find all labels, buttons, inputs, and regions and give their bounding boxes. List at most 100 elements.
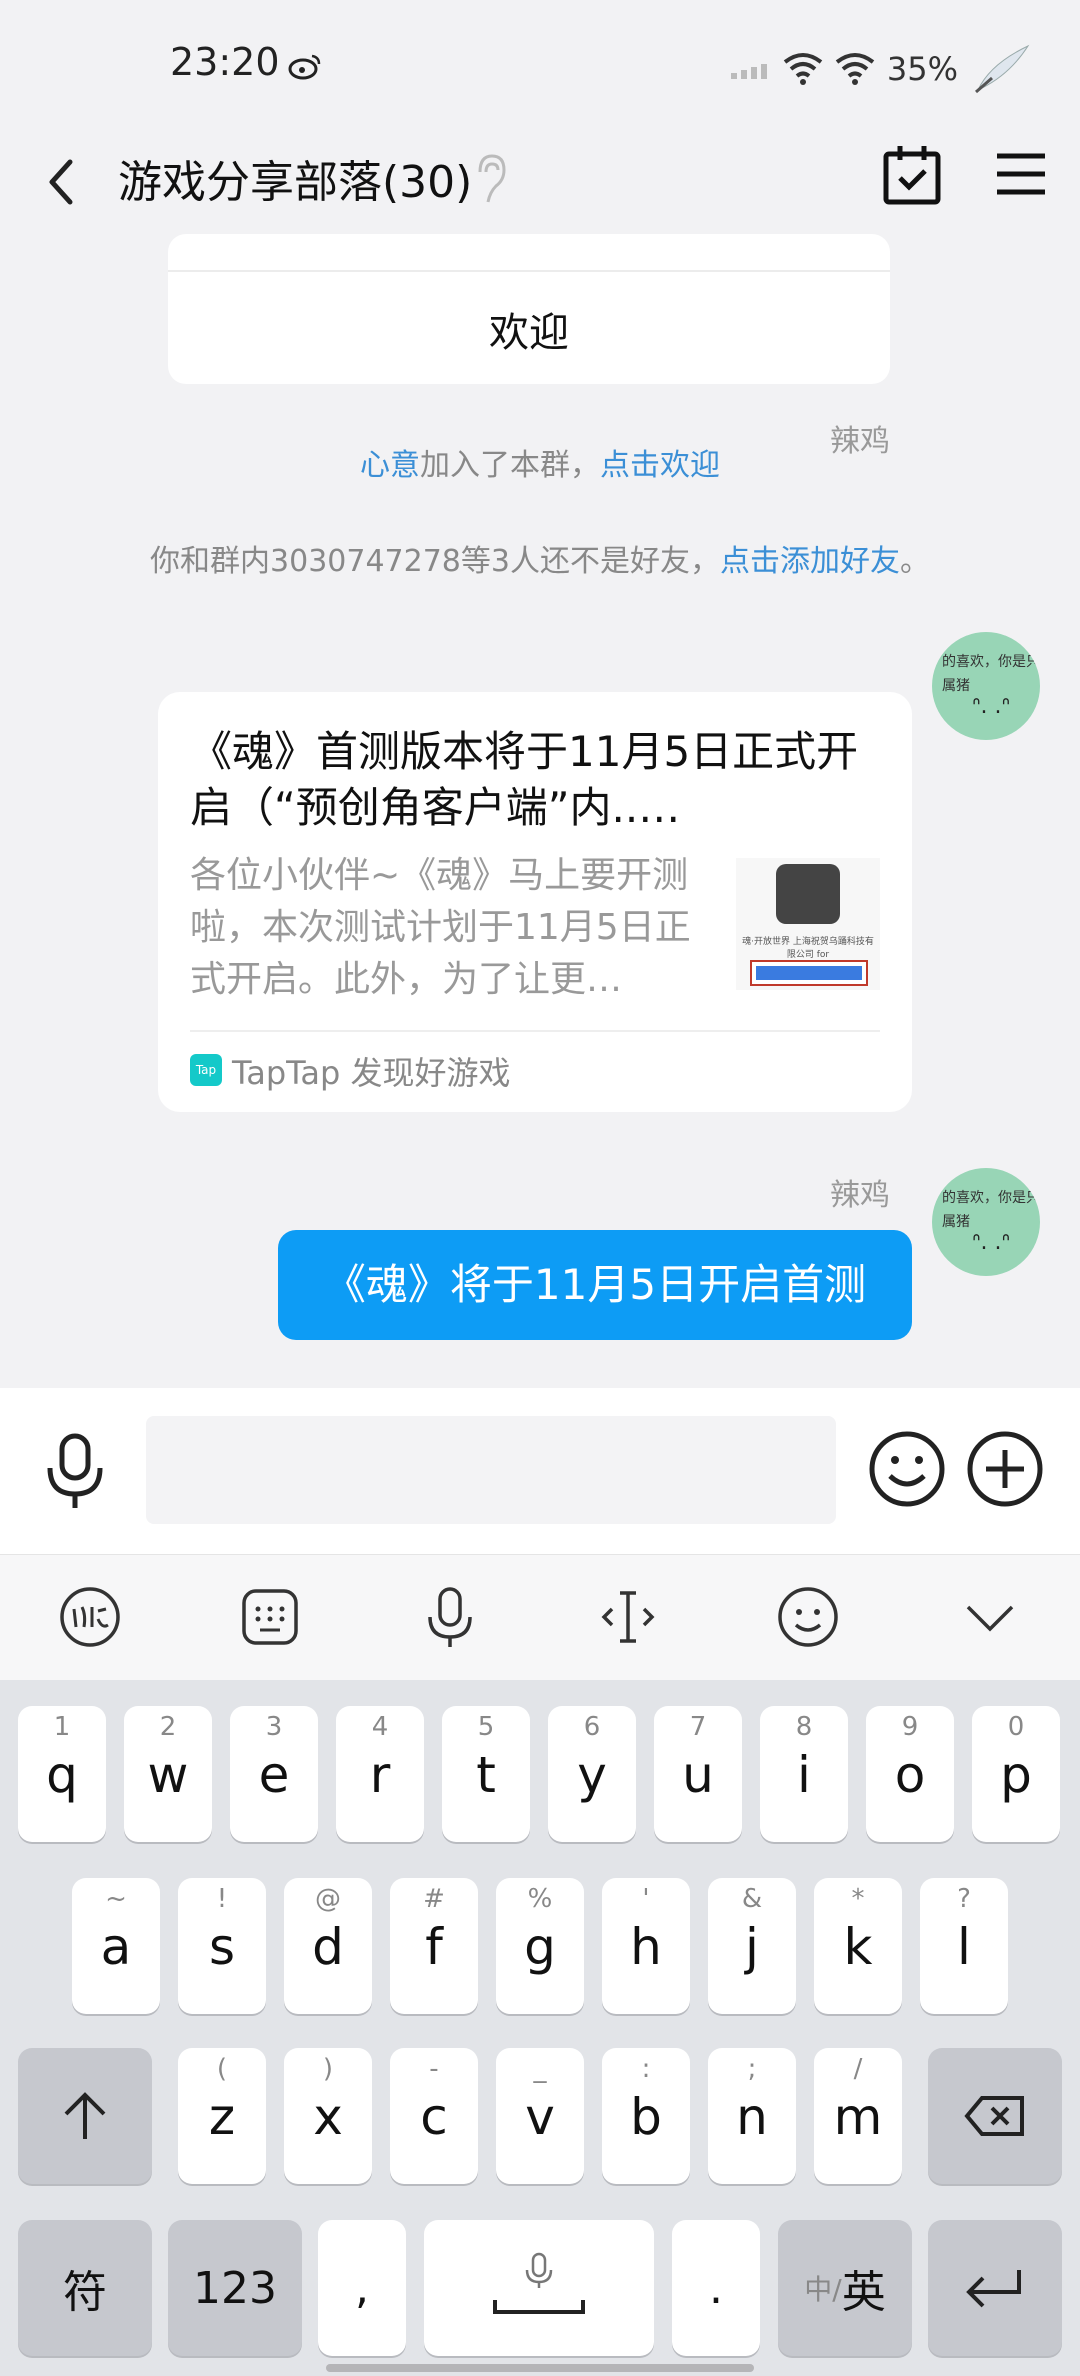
key-q[interactable]: 1q: [18, 1706, 106, 1842]
key-x[interactable]: ) x: [284, 2048, 372, 2184]
key-g[interactable]: % g: [496, 1878, 584, 2014]
system-join-notice: 心意加入了本群，点击欢迎: [0, 440, 1080, 484]
avatar-text: 的喜欢，你是只属猪: [942, 1190, 1040, 1230]
key-hint: 0: [1007, 1712, 1025, 1742]
key-m[interactable]: / m: [814, 2048, 902, 2184]
share-card-thumbnail: 魂·开放世界 上海祝贺乌踊科技有限公司 for: [736, 858, 880, 990]
system-friends-notice: 你和群内3030747278等3人还不是好友，点击添加好友。: [0, 536, 1080, 580]
microphone-icon[interactable]: [42, 1432, 108, 1512]
welcome-card: 欢迎: [168, 234, 890, 384]
key-b[interactable]: :b: [602, 2048, 690, 2184]
key-hint: 3: [265, 1712, 283, 1742]
key-hint: %: [527, 1884, 553, 1914]
key-label: t: [476, 1746, 496, 1804]
key-label: k: [843, 1918, 873, 1976]
input-bar: [0, 1388, 1080, 1554]
key-c[interactable]: -c: [390, 2048, 478, 2184]
key-hint: _: [533, 2054, 547, 2084]
key-hint: -: [429, 2054, 439, 2084]
chevron-down-icon[interactable]: [958, 1585, 1022, 1649]
key-z[interactable]: (z: [178, 2048, 266, 2184]
chat-area[interactable]: 欢迎 心意加入了本群，点击欢迎 你和群内3030747278等3人还不是好友，点…: [0, 234, 1080, 1390]
key-t[interactable]: 5t: [442, 1706, 530, 1842]
backspace-icon: [964, 2096, 1024, 2136]
space-mic-icon: [493, 2252, 585, 2314]
key-f[interactable]: # f: [390, 1878, 478, 2014]
key-label: d: [312, 1918, 344, 1976]
enter-key[interactable]: [928, 2220, 1062, 2356]
key-d[interactable]: @ d: [284, 1878, 372, 2014]
signal-icon: [730, 64, 767, 79]
status-time: 23:20: [170, 40, 280, 84]
language-key-secondary: 中/: [804, 2273, 842, 2306]
key-v[interactable]: _ v: [496, 2048, 584, 2184]
key-label: j: [745, 1918, 759, 1976]
shift-key[interactable]: [18, 2048, 152, 2184]
cursor-icon[interactable]: [596, 1585, 660, 1649]
key-hint: #: [423, 1884, 445, 1914]
key-h[interactable]: ' h: [602, 1878, 690, 2014]
key-hint: @: [315, 1884, 341, 1914]
avatar[interactable]: 的喜欢，你是只属猪 ᐢ. .ᐢ: [932, 1168, 1040, 1276]
page-title[interactable]: 游戏分享部落(30): [118, 146, 472, 210]
period-key[interactable]: .: [672, 2220, 760, 2356]
taptap-icon: Tap: [190, 1054, 222, 1086]
key-e[interactable]: 3e: [230, 1706, 318, 1842]
key-hint: 7: [689, 1712, 707, 1742]
message-input[interactable]: [146, 1416, 836, 1524]
message-bubble[interactable]: 《魂》将于11月5日开启首测: [278, 1230, 912, 1340]
key-p[interactable]: 0p: [972, 1706, 1060, 1842]
back-icon[interactable]: [40, 148, 84, 218]
key-hint: ': [642, 1884, 650, 1914]
avatar[interactable]: 的喜欢，你是只属猪 ᐢ. .ᐢ: [932, 632, 1040, 740]
keyboard-icon[interactable]: [238, 1585, 302, 1649]
key-hint: 9: [901, 1712, 919, 1742]
avatar-face: ᐢ. .ᐢ: [972, 694, 1011, 719]
key-u[interactable]: 7u: [654, 1706, 742, 1842]
key-a[interactable]: ~ a: [72, 1878, 160, 2014]
space-key[interactable]: [424, 2220, 654, 2356]
member-name-link[interactable]: 心意: [360, 448, 420, 483]
key-o[interactable]: 9o: [866, 1706, 954, 1842]
thumbnail-button: [750, 960, 868, 986]
key-i[interactable]: 8i: [760, 1706, 848, 1842]
key-w[interactable]: 2w: [124, 1706, 212, 1842]
click-welcome-link[interactable]: 点击欢迎: [600, 448, 720, 483]
key-label: q: [46, 1746, 78, 1804]
sticker-icon[interactable]: [776, 1585, 840, 1649]
add-friends-link[interactable]: 点击添加好友: [720, 544, 900, 579]
key-j[interactable]: & j: [708, 1878, 796, 2014]
key-label: c: [420, 2088, 448, 2146]
backspace-key[interactable]: [928, 2048, 1062, 2184]
key-s[interactable]: ! s: [178, 1878, 266, 2014]
key-hint: :: [641, 2054, 651, 2084]
share-card[interactable]: 《魂》首测版本将于11月5日正式开启（“预创角客户端”内..… 各位小伙伴~《魂…: [158, 692, 912, 1112]
key-label: e: [258, 1746, 290, 1804]
welcome-button[interactable]: 欢迎: [168, 300, 890, 358]
plus-icon[interactable]: [966, 1430, 1044, 1508]
key-label: h: [630, 1918, 662, 1976]
calendar-check-icon[interactable]: [882, 142, 942, 208]
numbers-key[interactable]: 123: [168, 2220, 302, 2356]
key-label: z: [208, 2088, 236, 2146]
key-label: f: [425, 1918, 443, 1976]
voice-input-icon[interactable]: [418, 1585, 482, 1649]
handwriting-icon[interactable]: [58, 1585, 122, 1649]
key-hint: &: [741, 1884, 763, 1914]
emoji-icon[interactable]: [868, 1430, 946, 1508]
home-indicator[interactable]: [326, 2364, 754, 2372]
key-k[interactable]: * k: [814, 1878, 902, 2014]
comma-key[interactable]: ,: [318, 2220, 406, 2356]
key-y[interactable]: 6y: [548, 1706, 636, 1842]
menu-icon[interactable]: [995, 148, 1047, 200]
key-r[interactable]: 4r: [336, 1706, 424, 1842]
key-n[interactable]: ; n: [708, 2048, 796, 2184]
language-key[interactable]: 中/英: [778, 2220, 912, 2356]
key-l[interactable]: ? l: [920, 1878, 1008, 2014]
key-label: a: [100, 1918, 132, 1976]
key-label: i: [797, 1746, 811, 1804]
avatar-text: 的喜欢，你是只属猪: [942, 654, 1040, 694]
status-bar: 23:20 35%: [0, 0, 1080, 130]
key-label: n: [736, 2088, 768, 2146]
symbols-key[interactable]: 符: [18, 2220, 152, 2356]
